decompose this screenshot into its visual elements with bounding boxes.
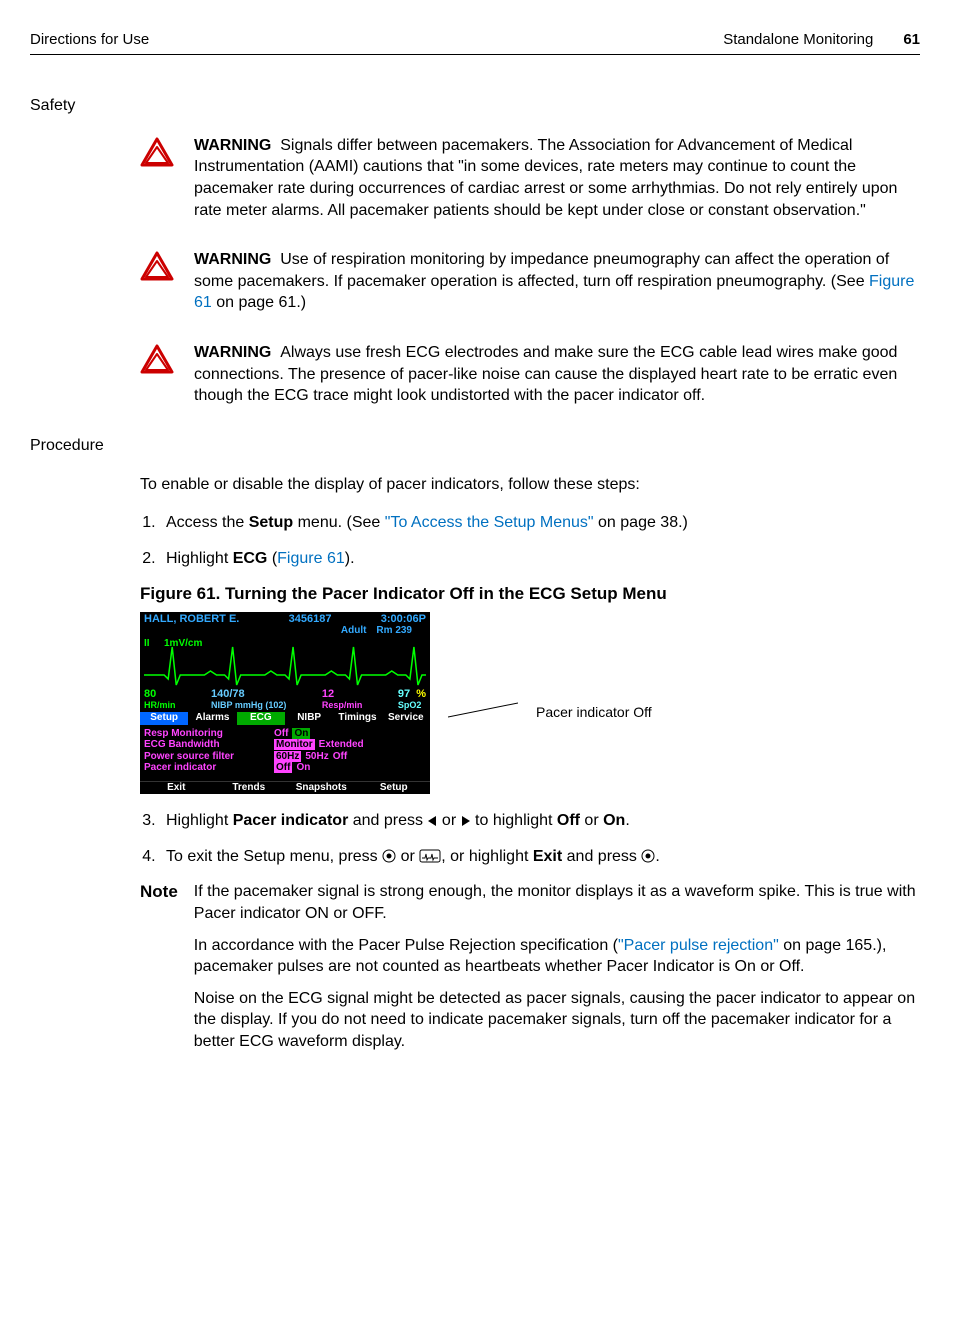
select-button-icon [641, 849, 655, 863]
resp-vital: 12Resp/min [322, 689, 363, 710]
left-arrow-icon [427, 815, 437, 827]
warning-2-text: WARNING Use of respiration monitoring by… [194, 249, 920, 314]
note-body: If the pacemaker signal is strong enough… [194, 881, 920, 1062]
monitor-screen: HALL, ROBERT E. 3456187 3:00:06P Adult R… [140, 612, 430, 794]
tab-timings: Timings [333, 712, 381, 725]
warning-1-text: WARNING Signals differ between pacemaker… [194, 135, 920, 221]
page-header: Directions for Use Standalone Monitoring… [30, 30, 920, 55]
setup-menus-link[interactable]: "To Access the Setup Menus" [385, 514, 594, 531]
note-label: Note [140, 881, 178, 904]
btn-exit: Exit [140, 781, 213, 795]
note-p3: Noise on the ECG signal might be detecte… [194, 988, 920, 1053]
warning-1: WARNING Signals differ between pacemaker… [140, 135, 920, 221]
tab-setup: Setup [140, 712, 188, 725]
display-button-icon [419, 849, 441, 863]
pacer-pulse-link[interactable]: "Pacer pulse rejection" [618, 937, 779, 954]
note-p2: In accordance with the Pacer Pulse Rejec… [194, 935, 920, 978]
note-block: Note If the pacemaker signal is strong e… [140, 881, 920, 1062]
figure-61: HALL, ROBERT E. 3456187 3:00:06P Adult R… [140, 612, 920, 794]
tab-ecg: ECG [237, 712, 285, 725]
ecg-settings: Resp MonitoringOffOn ECG BandwidthMonito… [140, 725, 430, 781]
step-2: Highlight ECG (Figure 61). [160, 548, 920, 570]
warning-3: WARNING Always use fresh ECG electrodes … [140, 342, 920, 407]
step-3: Highlight Pacer indicator and press or t… [160, 810, 920, 832]
patient-id: 3456187 [289, 614, 332, 626]
tab-nibp: NIBP [285, 712, 333, 725]
warning-3-text: WARNING Always use fresh ECG electrodes … [194, 342, 920, 407]
warning-icon [140, 251, 174, 281]
warning-icon [140, 344, 174, 374]
nibp-vital: 140/78NIBP mmHg (102) [211, 689, 286, 710]
tab-service: Service [382, 712, 430, 725]
callout-line [448, 673, 518, 733]
ecg-waveform: II 1mV/cm [140, 637, 430, 689]
step-4: To exit the Setup menu, press or , or hi… [160, 846, 920, 868]
header-section: Standalone Monitoring [723, 30, 873, 50]
procedure-intro: To enable or disable the display of pace… [140, 474, 920, 496]
lead-label: II [144, 639, 150, 650]
page-number: 61 [903, 30, 920, 50]
select-button-icon [382, 849, 396, 863]
warning-label: WARNING [194, 344, 271, 361]
safety-heading: Safety [30, 95, 920, 117]
tab-alarms: Alarms [188, 712, 236, 725]
room: Rm 239 [376, 626, 412, 637]
setup-tabs: Setup Alarms ECG NIBP Timings Service [140, 712, 430, 725]
btn-setup: Setup [358, 781, 431, 795]
procedure-steps-cont: Highlight Pacer indicator and press or t… [140, 810, 920, 867]
step-1: Access the Setup menu. (See "To Access t… [160, 512, 920, 534]
procedure-heading: Procedure [30, 435, 920, 457]
bottom-buttons: Exit Trends Snapshots Setup [140, 781, 430, 795]
note-p1: If the pacemaker signal is strong enough… [194, 881, 920, 924]
callout-label: Pacer indicator Off [536, 703, 652, 722]
warning-icon [140, 137, 174, 167]
btn-trends: Trends [213, 781, 286, 795]
btn-snapshots: Snapshots [285, 781, 358, 795]
procedure-steps: Access the Setup menu. (See "To Access t… [140, 512, 920, 569]
header-left: Directions for Use [30, 30, 149, 50]
scale-label: 1mV/cm [164, 639, 202, 650]
figure-link[interactable]: Figure 61 [277, 550, 345, 567]
spo2-vital: 97 %SpO2 [398, 689, 426, 710]
patient-type: Adult [341, 626, 367, 637]
right-arrow-icon [461, 815, 471, 827]
patient-name: HALL, ROBERT E. [144, 614, 239, 626]
figure-caption: Figure 61. Turning the Pacer Indicator O… [140, 583, 920, 606]
warning-label: WARNING [194, 251, 271, 268]
warning-label: WARNING [194, 137, 271, 154]
warning-2: WARNING Use of respiration monitoring by… [140, 249, 920, 314]
time: 3:00:06P [381, 614, 426, 626]
hr-vital: 80HR/min [144, 689, 176, 710]
